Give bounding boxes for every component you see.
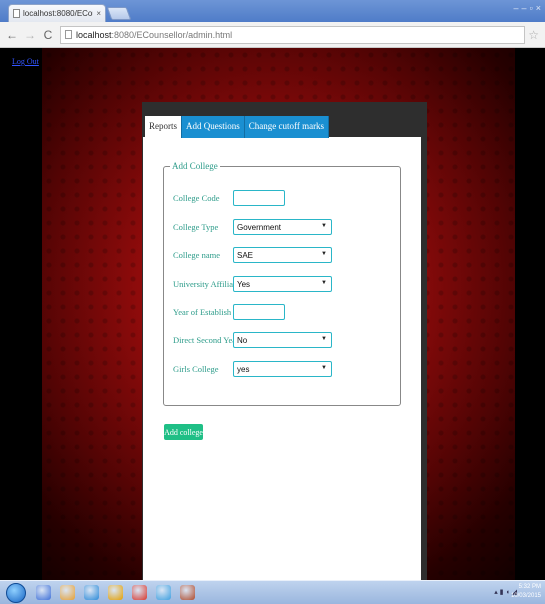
back-arrow-icon[interactable]: ← bbox=[6, 28, 18, 42]
direct-second-year-label: Direct Second Year bbox=[173, 335, 239, 345]
browser-tab[interactable]: localhost:8080/ECounsell × bbox=[8, 4, 106, 22]
girls-college-label: Girls College bbox=[173, 364, 219, 374]
address-bar[interactable]: localhost:8080/ECounsellor/admin.html bbox=[60, 25, 525, 44]
year-established-row: Year of Establish bbox=[173, 304, 233, 320]
university-affiliation-value: Yes bbox=[237, 279, 251, 289]
page-right-edge bbox=[515, 48, 545, 580]
minimize-icon[interactable]: ‒ bbox=[514, 3, 519, 13]
restore-icon[interactable]: – bbox=[522, 3, 527, 13]
dropdown-caret-icon: ▼ bbox=[321, 336, 327, 342]
taskbar-app-icon[interactable] bbox=[36, 585, 51, 600]
os-taskbar: ▴ ▮ ◖ ◢ 5:32 PM 10/03/2015 bbox=[0, 580, 545, 604]
girls-college-select[interactable]: yes ▼ bbox=[233, 361, 332, 377]
reload-icon[interactable]: C bbox=[42, 28, 54, 42]
url-host: localhost bbox=[76, 29, 112, 40]
tab-change-cutoff-marks[interactable]: Change cutoff marks bbox=[244, 116, 330, 138]
taskbar-app-icon[interactable] bbox=[156, 585, 171, 600]
maximize-icon[interactable]: ▫ bbox=[530, 3, 533, 13]
taskbar-app-icon[interactable] bbox=[84, 585, 99, 600]
bookmark-star-icon[interactable]: ☆ bbox=[528, 28, 539, 43]
new-tab-button[interactable] bbox=[106, 7, 132, 20]
college-code-input[interactable] bbox=[233, 190, 285, 206]
university-affiliation-label: University Affiliation bbox=[173, 279, 247, 289]
university-affiliation-row: University Affiliation bbox=[173, 276, 247, 292]
url-path: :8080/ECounsellor/admin.html bbox=[111, 29, 233, 40]
dropdown-caret-icon: ▼ bbox=[321, 280, 327, 286]
college-type-row: College Type bbox=[173, 219, 233, 235]
year-established-label: Year of Establish bbox=[173, 307, 232, 317]
taskbar-app-icon[interactable] bbox=[108, 585, 123, 600]
taskbar-app-icon[interactable] bbox=[60, 585, 75, 600]
dropdown-caret-icon: ▼ bbox=[321, 365, 327, 371]
girls-college-row: Girls College bbox=[173, 361, 233, 377]
browser-titlebar: localhost:8080/ECounsell × ‒ – ▫ × bbox=[0, 0, 545, 22]
college-code-label: College Code bbox=[173, 193, 220, 203]
window-controls: ‒ – ▫ × bbox=[514, 3, 542, 13]
year-established-input[interactable] bbox=[233, 304, 285, 320]
college-code-row: College Code bbox=[173, 190, 233, 206]
add-college-button[interactable]: Add college bbox=[164, 424, 203, 440]
taskbar-app-icon[interactable] bbox=[132, 585, 147, 600]
college-type-value: Government bbox=[237, 222, 282, 232]
college-type-label: College Type bbox=[173, 222, 219, 232]
college-name-select[interactable]: SAE ▼ bbox=[233, 247, 332, 263]
start-button-icon[interactable] bbox=[6, 583, 26, 603]
college-name-value: SAE bbox=[237, 250, 254, 260]
clock-date: 10/03/2015 bbox=[510, 593, 541, 599]
tab-reports[interactable]: Reports bbox=[145, 116, 182, 138]
page-icon bbox=[13, 9, 20, 18]
clock[interactable]: 5:32 PM 10/03/2015 bbox=[511, 583, 541, 601]
taskbar-app-icon[interactable] bbox=[180, 585, 195, 600]
direct-second-year-select[interactable]: No ▼ bbox=[233, 332, 332, 348]
tab-add-questions[interactable]: Add Questions bbox=[182, 116, 245, 138]
forward-arrow-icon[interactable]: → bbox=[24, 28, 36, 42]
college-name-label: College name bbox=[173, 250, 220, 260]
dropdown-caret-icon: ▼ bbox=[321, 251, 327, 257]
direct-second-year-row: Direct Second Year bbox=[173, 332, 239, 348]
tab-title: localhost:8080/ECounsell bbox=[23, 9, 93, 18]
page-left-edge bbox=[0, 48, 42, 580]
page-icon bbox=[65, 30, 72, 39]
dropdown-caret-icon: ▼ bbox=[321, 223, 327, 229]
girls-college-value: yes bbox=[237, 364, 250, 374]
college-type-select[interactable]: Government ▼ bbox=[233, 219, 332, 235]
close-tab-icon[interactable]: × bbox=[96, 9, 101, 18]
direct-second-year-value: No bbox=[237, 335, 248, 345]
college-name-row: College name bbox=[173, 247, 233, 263]
university-affiliation-select[interactable]: Yes ▼ bbox=[233, 276, 332, 292]
add-college-legend: Add College bbox=[170, 161, 220, 171]
clock-time: 5:32 PM bbox=[518, 584, 541, 590]
close-window-icon[interactable]: × bbox=[536, 3, 541, 13]
logout-link[interactable]: Log Out bbox=[12, 57, 39, 66]
browser-toolbar: ← → C localhost:8080/ECounsellor/admin.h… bbox=[0, 22, 545, 48]
admin-nav-tabs: Reports Add Questions Change cutoff mark… bbox=[145, 116, 330, 138]
